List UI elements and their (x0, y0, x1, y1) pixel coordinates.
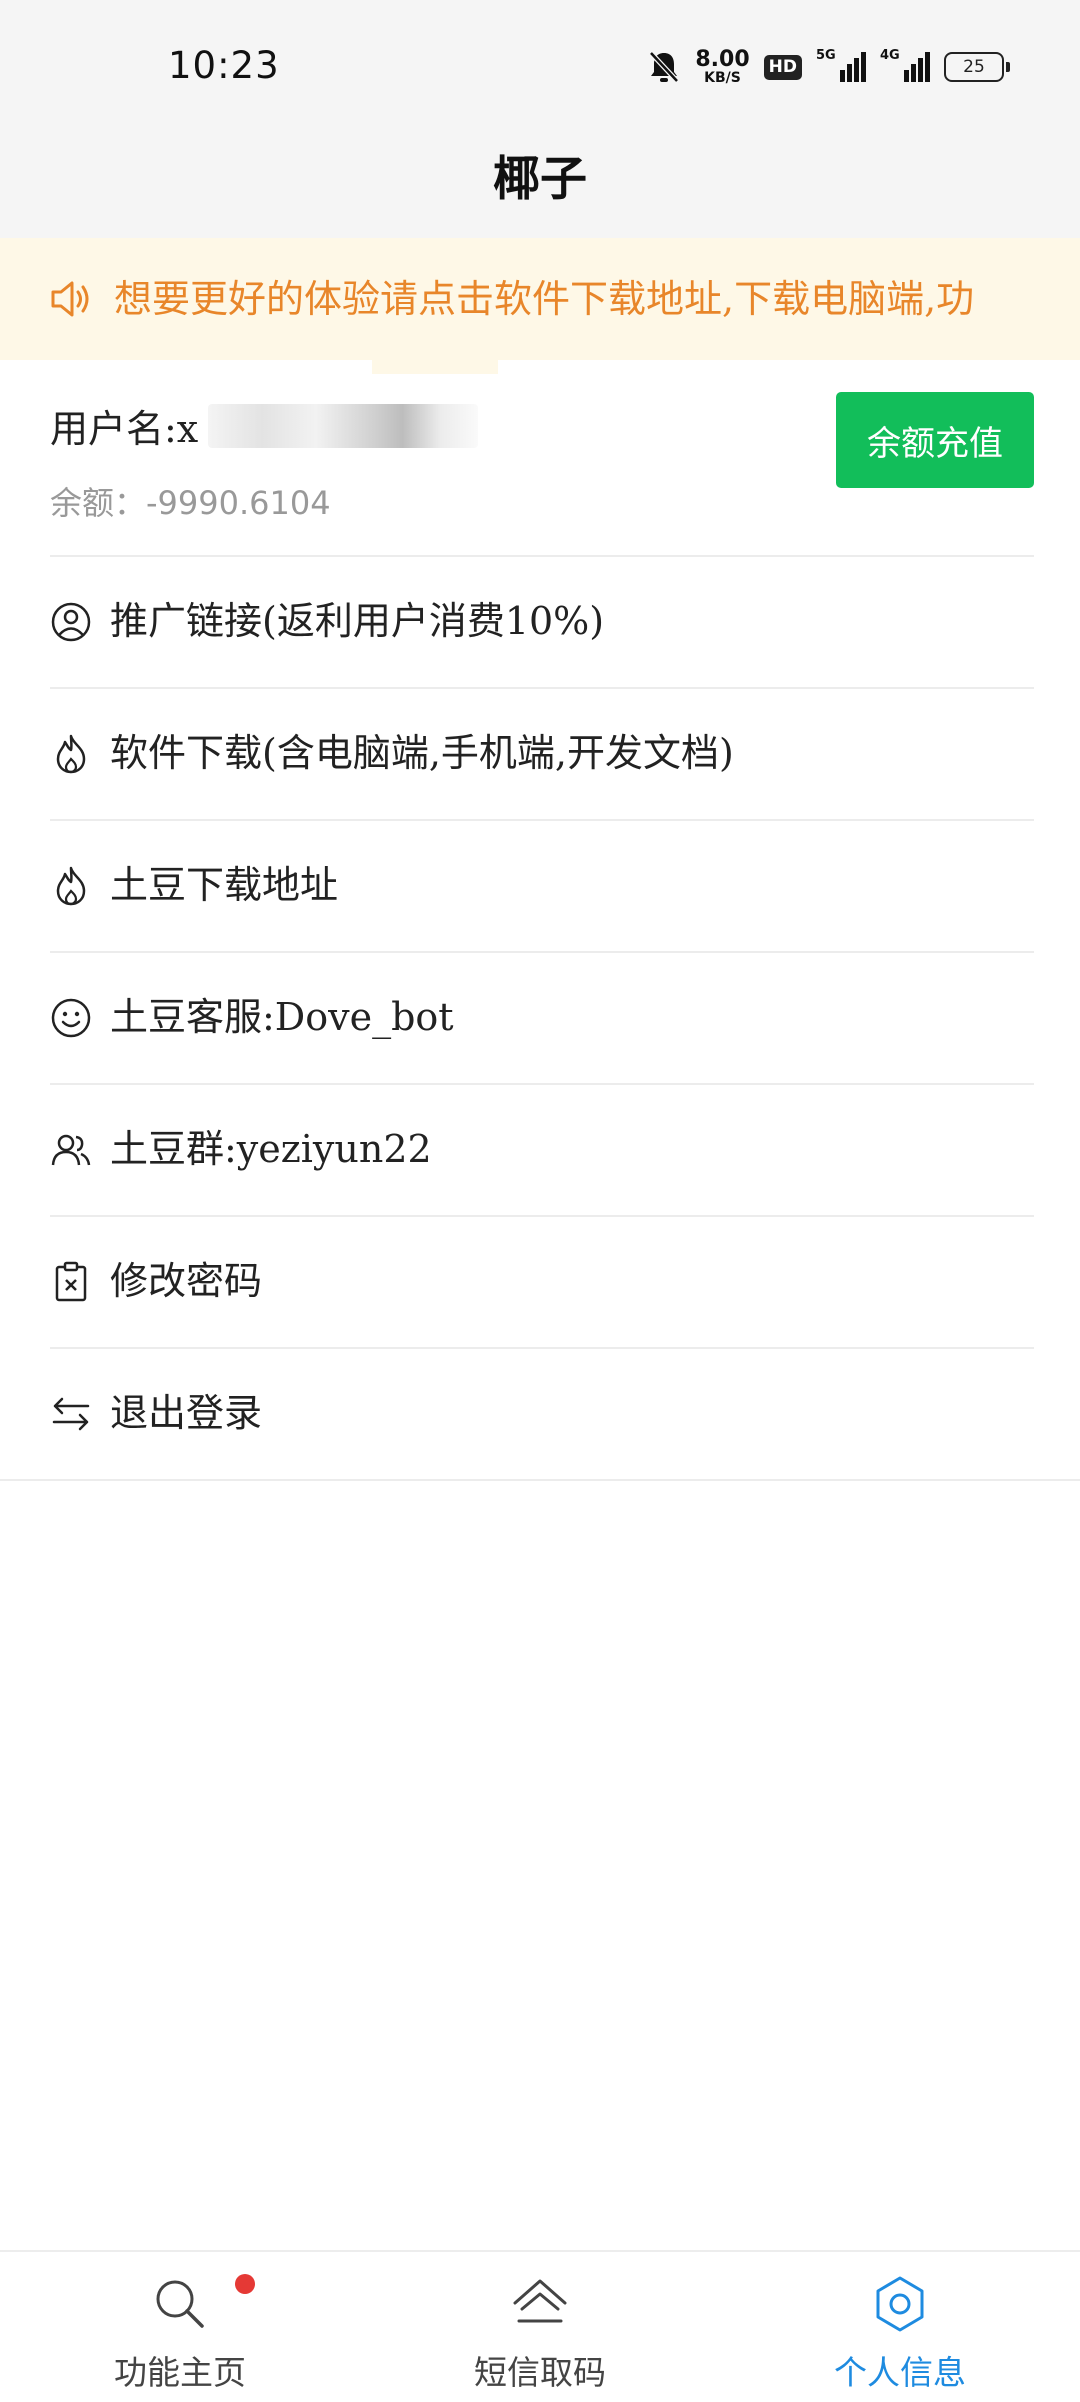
status-bar: 10:23 8.00 KB/S HD 5G 4G 25 (0, 0, 1080, 135)
hd-icon: HD (763, 54, 802, 80)
flame-icon (56, 734, 86, 774)
clipboard-x-icon (55, 1261, 87, 1302)
menu-item-change-password[interactable]: 修改密码 (0, 1215, 1080, 1347)
swap-arrows-icon (52, 1397, 90, 1431)
user-card: 用户名:x 余额：-9990.6104 余额充值 (0, 360, 1080, 556)
notice-bar[interactable]: 想要更好的体验请点击软件下载地址,下载电脑端,功 (0, 238, 1080, 360)
speaker-icon (51, 281, 89, 317)
menu-item-customer-service[interactable]: 土豆客服:Dove_bot (0, 951, 1080, 1083)
menu-item-label: 软件下载(含电脑端,手机端,开发文档) (110, 731, 734, 775)
tab-sms-code[interactable]: 短信取码 (390, 2252, 690, 2402)
divider (0, 1479, 1080, 1481)
menu-item-label: 修改密码 (110, 1259, 263, 1303)
top-bar: 10:23 8.00 KB/S HD 5G 4G 25 椰子 (0, 0, 1080, 238)
tab-profile[interactable]: 个人信息 (750, 2252, 1050, 2402)
menu-item-referral-link[interactable]: 推广链接(返利用户消费10%) (0, 555, 1080, 687)
signal-5g-label: 5G (816, 48, 836, 63)
user-circle-icon (51, 602, 91, 642)
menu-item-tudou-download[interactable]: 土豆下载地址 (0, 819, 1080, 951)
menu-item-label: 土豆客服:Dove_bot (110, 995, 454, 1039)
bottom-tab-bar: 功能主页 短信取码 个人信息 (0, 2250, 1080, 2402)
menu-item-label: 退出登录 (110, 1391, 263, 1435)
users-icon (51, 1134, 91, 1166)
gear-icon (876, 2276, 924, 2332)
menu-list: 推广链接(返利用户消费10%) 软件下载(含电脑端,手机端,开发文档) 土豆下载… (0, 555, 1080, 1479)
smile-icon (51, 998, 91, 1038)
net-speed: 8.00 KB/S (695, 47, 750, 86)
balance-text: 余额：-9990.6104 (50, 484, 331, 522)
signal-4g-label: 4G (880, 48, 900, 63)
tab-label: 功能主页 (114, 2353, 246, 2392)
username-label: 用户名:x (50, 407, 199, 451)
signal-4g-icon: 4G (880, 48, 930, 82)
battery-icon: 25 (944, 52, 1010, 82)
search-icon (156, 2280, 204, 2328)
battery-level: 25 (963, 57, 985, 77)
menu-item-logout[interactable]: 退出登录 (0, 1347, 1080, 1479)
flame-icon (56, 866, 86, 906)
menu-item-label: 土豆群:yeziyun22 (110, 1127, 432, 1171)
tab-home[interactable]: 功能主页 (30, 2252, 330, 2402)
status-time: 10:23 (168, 44, 280, 87)
username: 用户名:x (50, 398, 479, 453)
signal-5g-icon: 5G (816, 48, 866, 82)
bell-muted-icon (649, 51, 680, 83)
username-redacted (208, 403, 479, 448)
menu-item-label: 土豆下载地址 (110, 863, 339, 907)
notice-text: 想要更好的体验请点击软件下载地址,下载电脑端,功 (114, 277, 975, 321)
recharge-button[interactable]: 余额充值 (836, 392, 1034, 488)
net-speed-unit: KB/S (704, 70, 741, 86)
home-icon (513, 2279, 567, 2323)
menu-item-group[interactable]: 土豆群:yeziyun22 (0, 1083, 1080, 1215)
net-speed-value: 8.00 (695, 47, 750, 72)
status-icons: 8.00 KB/S HD 5G 4G 25 (647, 44, 1010, 90)
menu-item-label: 推广链接(返利用户消费10%) (110, 599, 605, 643)
menu-item-software-download[interactable]: 软件下载(含电脑端,手机端,开发文档) (0, 687, 1080, 819)
tab-label: 个人信息 (834, 2353, 966, 2392)
tab-label: 短信取码 (474, 2353, 606, 2392)
page-title: 椰子 (493, 152, 587, 207)
notification-badge (235, 2274, 255, 2294)
